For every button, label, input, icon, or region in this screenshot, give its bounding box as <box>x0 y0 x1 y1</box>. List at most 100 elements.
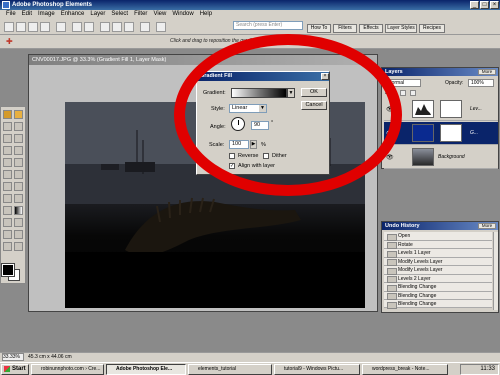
marquee-tool-icon[interactable] <box>3 122 12 131</box>
crop-tool-icon[interactable] <box>14 146 23 155</box>
smudge-tool-icon[interactable] <box>14 242 23 251</box>
history-item[interactable]: Modify Levels Layer <box>384 257 492 266</box>
shape-tool-icon[interactable] <box>3 218 12 227</box>
hand-tool-icon[interactable] <box>3 242 12 251</box>
eyedropper-icon[interactable] <box>14 230 23 239</box>
app-title: Adobe Photoshop Elements <box>12 2 93 8</box>
search-input[interactable]: Search (press Enter) <box>233 21 303 30</box>
save-icon[interactable] <box>28 22 38 32</box>
eraser-tool-icon[interactable] <box>14 182 23 191</box>
system-tray-clock: 11:33 <box>460 364 499 375</box>
minimize-button[interactable]: _ <box>470 1 479 9</box>
menu-view[interactable]: View <box>153 10 166 19</box>
close-button[interactable]: × <box>490 1 499 9</box>
healing-brush-icon[interactable] <box>3 170 12 179</box>
cookie-cutter-icon[interactable] <box>3 158 12 167</box>
resize-icon[interactable] <box>156 22 166 32</box>
gradient-tool-icon[interactable]: ✚ <box>6 38 16 47</box>
menu-edit[interactable]: Edit <box>22 10 32 19</box>
taskbar-item[interactable]: robinunnphoto.com › Cre... <box>31 364 104 375</box>
paint-bucket-icon[interactable] <box>3 206 12 215</box>
brush-tool-icon[interactable] <box>3 194 12 203</box>
zoom-field[interactable]: 33.33% <box>2 353 24 361</box>
impressionist-brush-icon[interactable] <box>14 194 23 203</box>
selection-brush-icon[interactable] <box>14 134 23 143</box>
layer-mask-thumbnail <box>440 100 462 118</box>
gradient-fill-thumbnail <box>412 124 434 142</box>
history-item[interactable]: Levels 1 Layer <box>384 249 492 258</box>
layer-name: G... <box>470 130 479 136</box>
layer-row[interactable]: 👁 Background <box>384 146 498 169</box>
red-eye-tool-icon[interactable] <box>14 158 23 167</box>
taskbar-item[interactable]: elements_tutorial <box>188 364 272 375</box>
opacity-label: Opacity: <box>445 80 464 86</box>
history-item[interactable]: Blending Change <box>384 300 492 309</box>
history-item[interactable]: Rotate <box>384 240 492 249</box>
menu-layer[interactable]: Layer <box>90 10 105 19</box>
layer-name: Background <box>438 154 465 160</box>
lock-all-icon[interactable] <box>410 90 416 96</box>
history-item[interactable]: Blending Change <box>384 283 492 292</box>
history-scrollbar[interactable] <box>493 232 498 310</box>
tab-layer-styles[interactable]: Layer Styles <box>385 24 417 33</box>
menu-window[interactable]: Window <box>172 10 193 19</box>
title-bar: Adobe Photoshop Elements <box>0 0 500 10</box>
zoom-tool-icon[interactable] <box>14 110 23 119</box>
pencil-tool-icon[interactable] <box>3 182 12 191</box>
status-bar <box>0 352 500 362</box>
history-item[interactable]: Levels 2 Layer <box>384 274 492 283</box>
taskbar-item[interactable]: tutorial9 - Windows Pictu... <box>274 364 360 375</box>
windows-logo-icon <box>4 366 10 372</box>
palette-bin-icon[interactable] <box>140 22 150 32</box>
email-icon[interactable] <box>56 22 66 32</box>
taskbar-item[interactable]: wordpress_break - Note... <box>362 364 448 375</box>
layers-more-button[interactable]: More <box>478 69 496 75</box>
type-tool-icon[interactable] <box>3 146 12 155</box>
new-file-icon[interactable] <box>4 22 14 32</box>
blur-tool-icon[interactable] <box>14 218 23 227</box>
undo-history-palette: Undo History More Open Rotate Levels 1 L… <box>381 221 499 313</box>
undo-more-button[interactable]: More <box>478 223 496 229</box>
open-file-icon[interactable] <box>16 22 26 32</box>
photo-bin-icon[interactable] <box>124 22 134 32</box>
clone-stamp-icon[interactable] <box>14 170 23 179</box>
background-layer-thumbnail <box>412 148 434 166</box>
sponge-tool-icon[interactable] <box>3 230 12 239</box>
opacity-field[interactable]: 100% <box>468 79 494 87</box>
layer-mask-thumbnail <box>440 124 462 142</box>
menu-file[interactable]: File <box>6 10 16 19</box>
lock-transparency-icon[interactable] <box>400 90 406 96</box>
document-size: 45.3 cm x 44.06 cm <box>28 354 72 360</box>
quick-fix-icon[interactable] <box>112 22 122 32</box>
menu-enhance[interactable]: Enhance <box>61 10 85 19</box>
history-item[interactable]: Modify Levels Layer <box>384 266 492 275</box>
toolbox <box>0 106 26 284</box>
history-item[interactable]: Blending Change <box>384 291 492 300</box>
history-item[interactable]: Open <box>384 232 492 241</box>
levels-adjustment-thumbnail <box>412 100 434 118</box>
menu-filter[interactable]: Filter <box>134 10 147 19</box>
magic-wand-tool-icon[interactable] <box>3 134 12 143</box>
maximize-button[interactable]: □ <box>480 1 489 9</box>
undo-icon[interactable] <box>72 22 82 32</box>
annotation-circle <box>174 34 402 196</box>
menu-select[interactable]: Select <box>111 10 128 19</box>
file-browser-icon[interactable] <box>100 22 110 32</box>
layer-row-selected[interactable]: 👁 G... <box>384 122 498 145</box>
menu-image[interactable]: Image <box>38 10 55 19</box>
gradient-tool-icon[interactable] <box>14 206 23 215</box>
taskbar-item-active[interactable]: Adobe Photoshop Ele... <box>106 364 186 375</box>
print-icon[interactable] <box>40 22 50 32</box>
tab-how-to[interactable]: How To <box>307 24 331 33</box>
tab-recipes[interactable]: Recipes <box>419 24 445 33</box>
redo-icon[interactable] <box>84 22 94 32</box>
foreground-color-swatch[interactable] <box>1 263 15 277</box>
layer-name: Lev... <box>470 106 482 112</box>
tab-effects[interactable]: Effects <box>359 24 383 33</box>
menu-bar: File Edit Image Enhance Layer Select Fil… <box>0 10 500 19</box>
visibility-eye-icon[interactable]: 👁 <box>386 154 394 161</box>
move-tool-icon[interactable] <box>3 110 12 119</box>
lasso-tool-icon[interactable] <box>14 122 23 131</box>
menu-help[interactable]: Help <box>200 10 212 19</box>
tab-filters[interactable]: Filters <box>333 24 357 33</box>
